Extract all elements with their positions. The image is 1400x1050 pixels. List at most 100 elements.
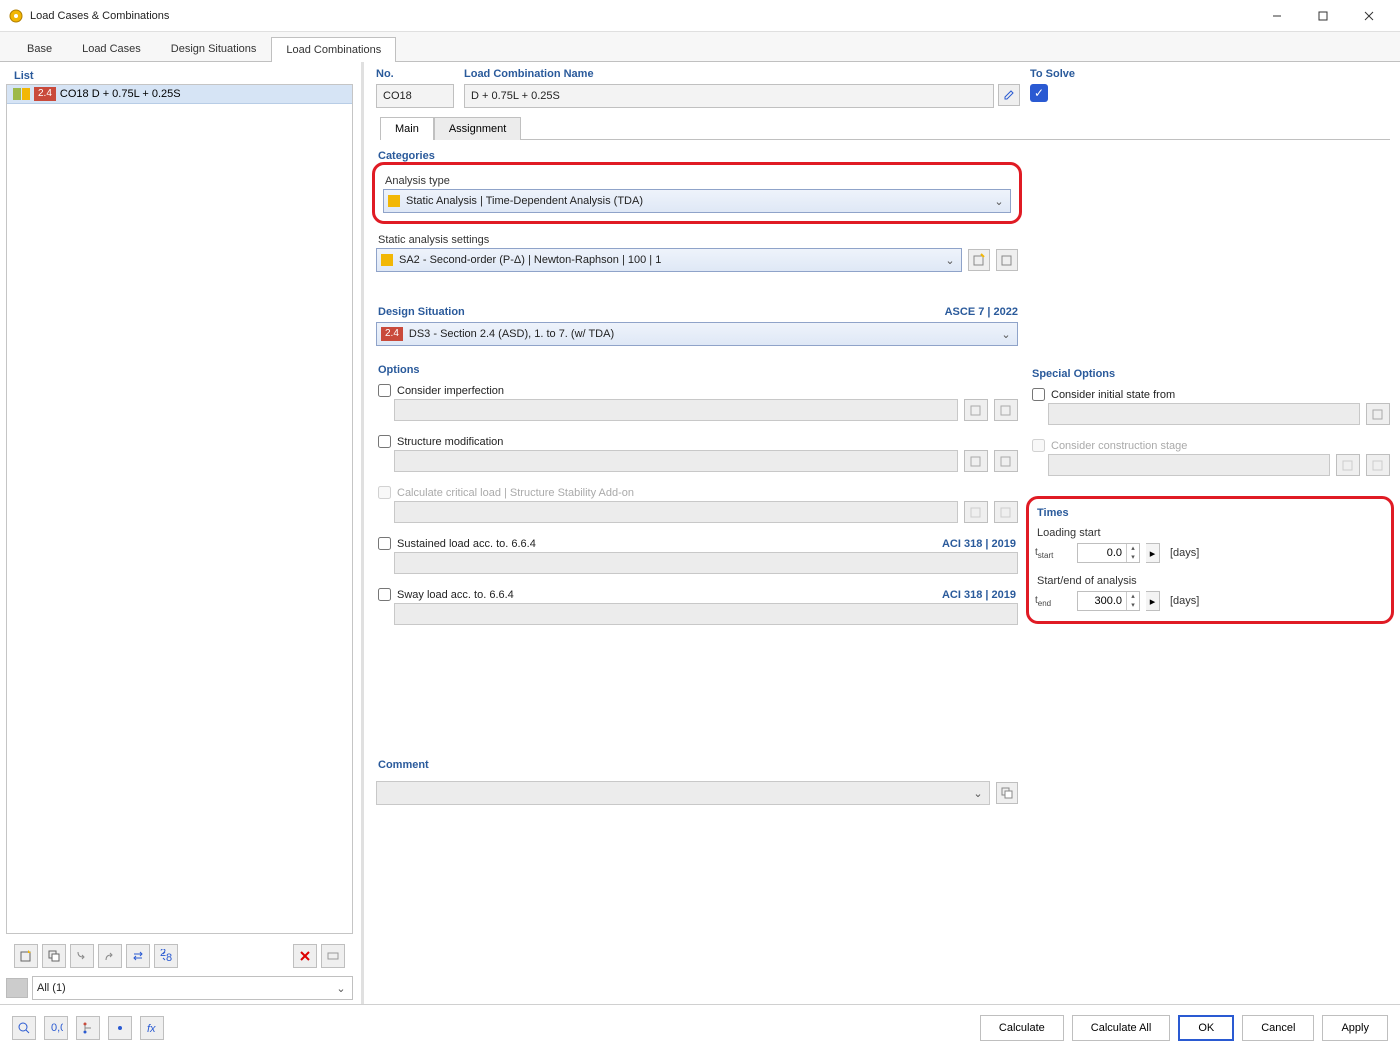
window-buttons [1254,1,1392,31]
close-button[interactable] [1346,1,1392,31]
maximize-button[interactable] [1300,1,1346,31]
edit-name-icon[interactable] [998,84,1020,106]
dot-icon[interactable] [108,1016,132,1040]
minimize-button[interactable] [1254,1,1300,31]
list-item[interactable]: 2.4 CO18 D + 0.75L + 0.25S [7,85,352,104]
checkbox[interactable] [378,435,391,448]
edit-item-icon[interactable] [996,249,1018,271]
link-up-icon[interactable] [98,944,122,968]
tend-spinner[interactable]: ▴▾ [1077,591,1140,611]
ok-button[interactable]: OK [1178,1015,1234,1041]
opt-struct-mod[interactable]: Structure modification [376,431,1018,448]
filter-dropdown[interactable]: All (1) ⌄ [32,976,353,1000]
copy-icon[interactable] [42,944,66,968]
comment-dropdown[interactable]: ⌄ [376,781,990,805]
list-item-badge: 2.4 [34,87,56,101]
calculate-button[interactable]: Calculate [980,1015,1064,1041]
tab-design-situations[interactable]: Design Situations [156,36,272,61]
apply-button[interactable]: Apply [1322,1015,1388,1041]
tstart-input[interactable] [1078,544,1126,562]
sway-dropdown[interactable] [394,603,1018,625]
subtab-assignment[interactable]: Assignment [434,117,521,140]
tstart-spinner[interactable]: ▴▾ [1077,543,1140,563]
new-item-icon[interactable] [964,399,988,421]
edit-item-icon[interactable] [1366,403,1390,425]
units-icon[interactable]: 0,0 [44,1016,68,1040]
comment-edit-icon[interactable] [996,782,1018,804]
new-item-icon[interactable] [964,450,988,472]
app-icon [8,8,24,24]
initial-state-dropdown[interactable] [1048,403,1360,425]
tree-icon[interactable] [76,1016,100,1040]
loading-start-label: Loading start [1035,523,1385,541]
tab-load-cases[interactable]: Load Cases [67,36,156,61]
solve-checkbox[interactable]: ✓ [1030,84,1048,102]
no-input[interactable] [376,84,454,108]
chevron-down-icon: ⌄ [971,787,985,800]
highlight-times: Times Loading start tstart ▴▾ ▸ [days] S… [1026,496,1394,624]
svg-text:fx: fx [147,1023,156,1035]
fx-icon[interactable]: fx [140,1016,164,1040]
rect-icon[interactable] [321,944,345,968]
checkbox [1032,439,1045,452]
swap-icon[interactable] [126,944,150,968]
renumber-icon[interactable]: 28 [154,944,178,968]
sustained-dropdown[interactable] [394,552,1018,574]
name-label: Load Combination Name [464,66,1020,84]
play-icon[interactable]: ▸ [1146,591,1160,611]
opt-sway[interactable]: Sway load acc. to. 6.6.4ACI 318 | 2019 [376,584,1018,601]
step-down-icon[interactable]: ▾ [1127,553,1139,562]
tend-var: tend [1035,595,1071,608]
cancel-button[interactable]: Cancel [1242,1015,1314,1041]
checkbox[interactable] [1032,388,1045,401]
design-situation-dropdown[interactable]: 2.4 DS3 - Section 2.4 (ASD), 1. to 7. (w… [376,322,1018,346]
name-input[interactable] [464,84,994,108]
struct-mod-dropdown[interactable] [394,450,958,472]
color-chip [13,88,30,100]
opt-critical: Calculate critical load | Structure Stab… [376,482,1018,499]
right-panel: No. Load Combination Name To Solve ✓ Mai… [364,62,1400,1004]
tstart-unit: [days] [1170,547,1199,559]
list-box[interactable]: 2.4 CO18 D + 0.75L + 0.25S [6,84,353,934]
imperfection-dropdown[interactable] [394,399,958,421]
magnifier-icon[interactable] [12,1016,36,1040]
play-icon[interactable]: ▸ [1146,543,1160,563]
color-chip-icon [381,254,393,266]
edit-item-icon[interactable] [994,399,1018,421]
new-item-icon [1336,454,1360,476]
opt-sustained[interactable]: Sustained load acc. to. 6.6.4ACI 318 | 2… [376,533,1018,550]
checkbox[interactable] [378,537,391,550]
design-standard: ASCE 7 | 2022 [945,306,1018,318]
tab-base[interactable]: Base [12,36,67,61]
tend-input[interactable] [1078,592,1126,610]
opt-imperfection[interactable]: Consider imperfection [376,380,1018,397]
checkbox[interactable] [378,384,391,397]
analysis-type-dropdown[interactable]: Static Analysis | Time-Dependent Analysi… [383,189,1011,213]
edit-item-icon[interactable] [994,450,1018,472]
tab-load-combinations[interactable]: Load Combinations [271,37,396,62]
bottom-bar: 0,0 fx Calculate Calculate All OK Cancel… [0,1004,1400,1050]
delete-icon[interactable] [293,944,317,968]
checkbox [378,486,391,499]
chevron-down-icon: ⌄ [334,982,348,995]
color-chip-icon [388,195,400,207]
opt-construction-stage: Consider construction stage [1030,435,1390,452]
tend-unit: [days] [1170,595,1199,607]
calculate-all-button[interactable]: Calculate All [1072,1015,1171,1041]
chevron-down-icon: ⌄ [943,254,957,267]
new-item-icon[interactable] [968,249,990,271]
design-situation-header: Design Situation [376,302,945,322]
link-down-icon[interactable] [70,944,94,968]
step-down-icon[interactable]: ▾ [1127,601,1139,610]
name-field-group: Load Combination Name [464,66,1020,108]
analysis-type-label: Analysis type [383,171,1011,189]
subtab-main[interactable]: Main [380,117,434,140]
ds-badge: 2.4 [381,327,403,341]
checkbox[interactable] [378,588,391,601]
step-up-icon[interactable]: ▴ [1127,544,1139,553]
step-up-icon[interactable]: ▴ [1127,592,1139,601]
static-settings-dropdown[interactable]: SA2 - Second-order (P-Δ) | Newton-Raphso… [376,248,962,272]
static-settings-label: Static analysis settings [376,230,1018,248]
new-icon[interactable] [14,944,38,968]
opt-initial-state[interactable]: Consider initial state from [1030,384,1390,401]
